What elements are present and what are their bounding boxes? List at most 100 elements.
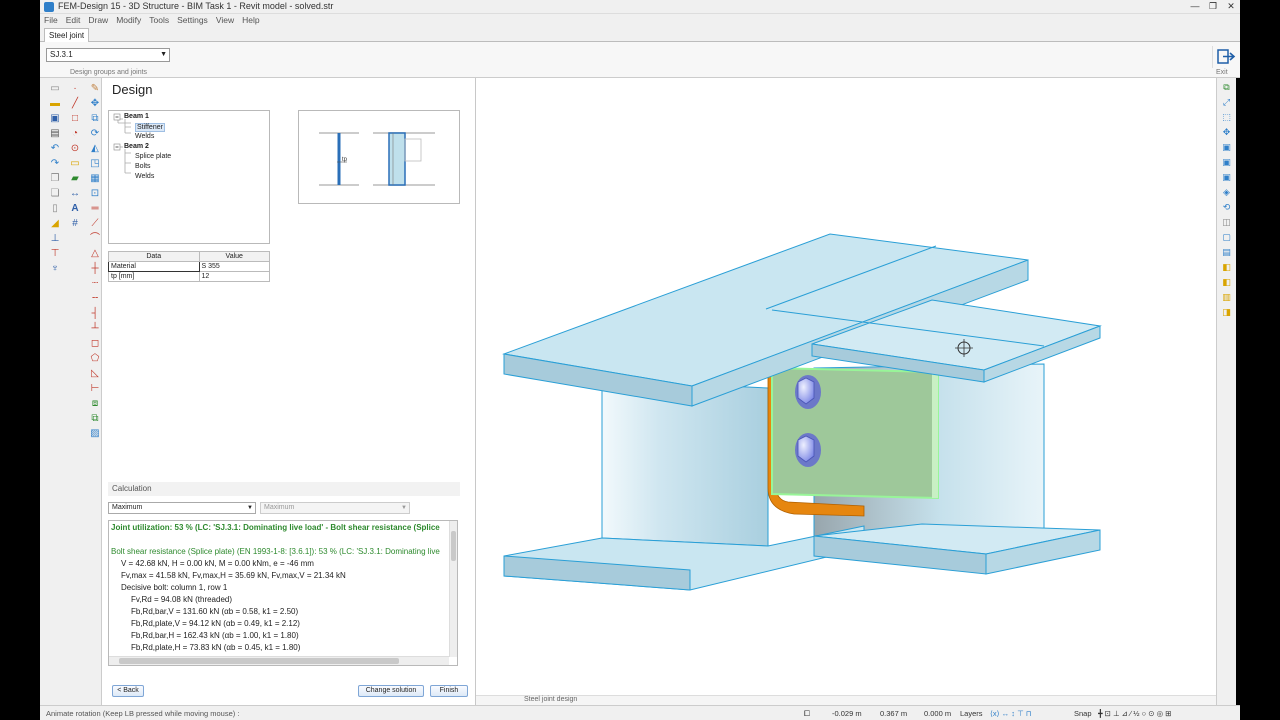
cell-material-label[interactable]: Material	[108, 261, 200, 272]
maximize-button[interactable]: ❐	[1204, 1, 1222, 12]
move-icon[interactable]: ✥	[87, 97, 103, 111]
print-icon[interactable]: ▤	[47, 127, 63, 141]
view-top-icon[interactable]: ▣	[1220, 140, 1234, 153]
paste-icon[interactable]: ❏	[47, 187, 63, 201]
tab-steel-joint-design[interactable]: Steel joint design	[524, 696, 577, 703]
rotate-icon[interactable]: ⟳	[87, 127, 103, 141]
results-vertical-thumb[interactable]	[451, 531, 456, 561]
menu-file[interactable]: File	[44, 14, 58, 26]
dimension-line-icon[interactable]: ↔	[67, 187, 83, 201]
tree-splice-plate[interactable]: Splice plate	[135, 153, 171, 160]
pan-icon[interactable]: ✥	[1220, 125, 1234, 138]
ruler-icon[interactable]: ◢	[47, 217, 63, 231]
region-icon[interactable]: ▭	[67, 157, 83, 171]
tree-welds-2[interactable]: Welds	[135, 173, 154, 180]
cell-tp-label[interactable]: tp [mm]	[108, 271, 200, 282]
back-button[interactable]: < Back	[112, 685, 144, 697]
cut-icon[interactable]: ◺	[87, 367, 103, 381]
layers-button[interactable]: Layers	[960, 709, 983, 718]
new-icon[interactable]: ▭	[47, 82, 63, 96]
snap-toggle-icon[interactable]: ⧠	[804, 709, 810, 719]
properties-icon[interactable]: ♆	[47, 262, 63, 276]
trim-icon[interactable]: ═	[87, 202, 103, 216]
copy-icon[interactable]: ❐	[47, 172, 63, 186]
minimize-button[interactable]: —	[1186, 1, 1204, 12]
snap-mode-icons[interactable]: ╋ ⊡ ⊥ ⊿ ∕ ½ ○ ⊙ ◎ ⊞	[1098, 709, 1172, 718]
menu-edit[interactable]: Edit	[66, 14, 81, 26]
group-icon[interactable]: ⧈	[87, 397, 103, 411]
explode-icon[interactable]: ┴	[87, 322, 103, 336]
clipboard-icon[interactable]: ▯	[47, 202, 63, 216]
layer-icon[interactable]: ◧	[1220, 275, 1234, 288]
tree-welds-1[interactable]: Welds	[135, 133, 154, 140]
joint-select[interactable]: SJ.3.1 ▼	[46, 48, 170, 62]
rectangle-icon[interactable]: □	[67, 112, 83, 126]
view-iso-icon[interactable]: ◈	[1220, 185, 1234, 198]
join-icon[interactable]: ╌	[87, 292, 103, 306]
level-icon[interactable]: ⊤	[47, 247, 63, 261]
extend-icon[interactable]: ⟋	[87, 217, 103, 231]
block-icon[interactable]: ▰	[67, 172, 83, 186]
finish-button[interactable]: Finish	[430, 685, 468, 697]
calculation-results[interactable]: Joint utilization: 53 % (LC: 'SJ.3.1: Do…	[108, 520, 458, 666]
grid-icons[interactable]: ⟨x⟩ ↔ ↕ ⊤ ⊓	[990, 709, 1032, 718]
change-solution-button[interactable]: Change solution	[358, 685, 424, 697]
menu-tools[interactable]: Tools	[149, 14, 169, 26]
menu-draw[interactable]: Draw	[88, 14, 108, 26]
exit-button[interactable]	[1212, 46, 1236, 68]
undo-icon[interactable]: ↶	[47, 142, 63, 156]
material-icon[interactable]: ▥	[1220, 290, 1234, 303]
tree-beam-1[interactable]: Beam 1	[124, 113, 149, 120]
mirror-icon[interactable]: ◭	[87, 142, 103, 156]
render-icon[interactable]: ◧	[1220, 260, 1234, 273]
save-icon[interactable]: ▣	[47, 112, 63, 126]
array-icon[interactable]: ▦	[87, 172, 103, 186]
scale-icon[interactable]: ◳	[87, 157, 103, 171]
hash-icon[interactable]: #	[67, 217, 83, 231]
tree-bolts[interactable]: Bolts	[135, 163, 151, 170]
calculation-dropdown-2[interactable]: Maximum ▼	[260, 502, 410, 514]
break-icon[interactable]: ┼	[87, 262, 103, 276]
display-icon[interactable]: ⧉	[1220, 80, 1234, 93]
close-button[interactable]: ✕	[1222, 1, 1240, 12]
menu-view[interactable]: View	[216, 14, 234, 26]
eraser-icon[interactable]: ✎	[87, 82, 103, 96]
menu-settings[interactable]: Settings	[177, 14, 208, 26]
dimension-icon[interactable]: ⊥	[47, 232, 63, 246]
redo-icon[interactable]: ↷	[47, 157, 63, 171]
offset-icon[interactable]: ⊡	[87, 187, 103, 201]
split-icon[interactable]: ┤	[87, 307, 103, 321]
3d-viewport[interactable]	[476, 78, 1216, 695]
line-icon[interactable]: ╱	[67, 97, 83, 111]
zoom-extents-icon[interactable]: ⤢	[1220, 95, 1234, 108]
chamfer-icon[interactable]: △	[87, 247, 103, 261]
ungroup-icon[interactable]: ⧉	[87, 412, 103, 426]
rotate-view-icon[interactable]: ⟲	[1220, 200, 1234, 213]
copy-move-icon[interactable]: ⧉	[87, 112, 103, 126]
box-icon[interactable]: ◨	[1220, 305, 1234, 318]
results-horizontal-thumb[interactable]	[119, 658, 399, 664]
divide-icon[interactable]: ┈	[87, 277, 103, 291]
results-horizontal-scrollbar[interactable]	[109, 656, 449, 665]
view-front-icon[interactable]: ▣	[1220, 155, 1234, 168]
circle-icon[interactable]: ⊙	[67, 142, 83, 156]
tree-beam-2[interactable]: Beam 2	[124, 143, 149, 150]
view-side-icon[interactable]: ▣	[1220, 170, 1234, 183]
results-vertical-scrollbar[interactable]	[449, 521, 457, 657]
zoom-window-icon[interactable]: ⬚	[1220, 110, 1234, 123]
fillet-icon[interactable]: ⌒	[87, 232, 103, 246]
polygon-icon[interactable]: ⬠	[87, 352, 103, 366]
hatch-icon[interactable]: ▨	[87, 427, 103, 441]
align-icon[interactable]: ⊢	[87, 382, 103, 396]
calculation-dropdown-1[interactable]: Maximum ▼	[108, 502, 256, 514]
tree-stiffener[interactable]: Stiffener	[135, 123, 165, 132]
tab-steel-joint[interactable]: Steel joint	[44, 28, 90, 42]
open-icon[interactable]: ▬	[47, 97, 63, 111]
text-icon[interactable]: A	[67, 202, 83, 216]
camera-icon[interactable]: ◫	[1220, 215, 1234, 228]
cell-material-value[interactable]: S 355	[198, 261, 270, 272]
stretch-icon[interactable]: ◻	[87, 337, 103, 351]
wireframe-icon[interactable]: ▢	[1220, 230, 1234, 243]
menu-modify[interactable]: Modify	[116, 14, 141, 26]
menu-help[interactable]: Help	[242, 14, 259, 26]
